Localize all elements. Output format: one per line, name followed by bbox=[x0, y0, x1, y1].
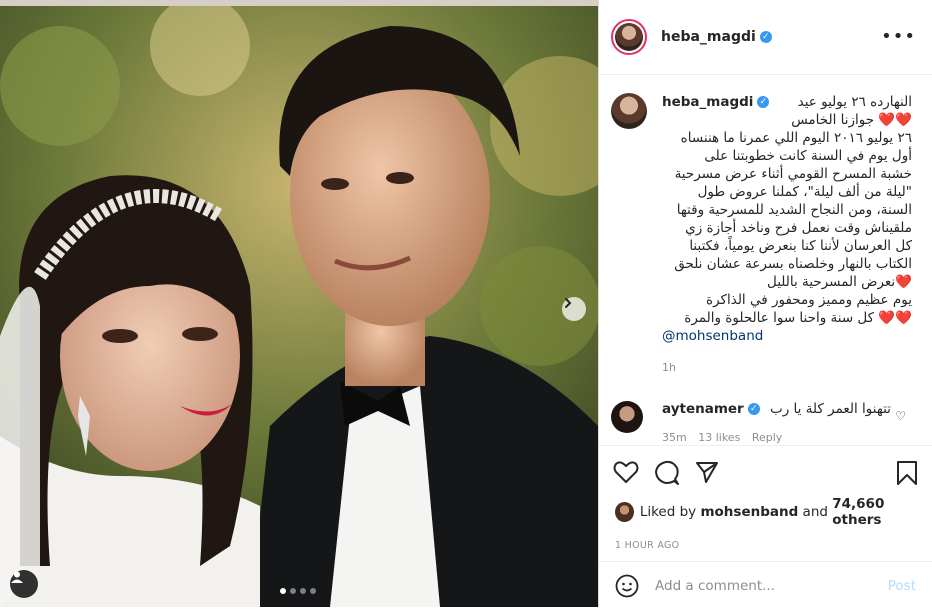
caption: heba_magdi ✓ النهارده ٢٦ يوليو عيد ❤️❤️ ج… bbox=[599, 75, 932, 377]
comment-body: aytenamer ✓ تتهنوا العمر كلة يا رب 35m 13… bbox=[662, 401, 891, 444]
post-comment-button[interactable]: Post bbox=[888, 578, 916, 594]
carousel-dot bbox=[300, 588, 306, 594]
commenter-username[interactable]: aytenamer bbox=[662, 401, 744, 417]
author-avatar[interactable] bbox=[611, 19, 647, 55]
liker-avatar[interactable] bbox=[615, 502, 634, 522]
post-photo[interactable] bbox=[0, 6, 598, 607]
verified-icon: ✓ bbox=[747, 403, 760, 415]
carousel-indicators bbox=[280, 588, 316, 594]
photo-illustration bbox=[0, 6, 598, 607]
comment-age: 35m bbox=[662, 431, 687, 444]
action-icons bbox=[599, 446, 932, 496]
caption-time: 1h bbox=[662, 361, 676, 374]
user-tag-icon bbox=[11, 571, 23, 583]
verified-icon: ✓ bbox=[757, 96, 770, 108]
likes-summary: Liked by mohsenband and 74,660 others bbox=[599, 496, 932, 528]
comment-reply-button[interactable]: Reply bbox=[752, 431, 782, 444]
comment-like-heart-icon[interactable]: ♡ bbox=[895, 409, 906, 423]
chevron-right-icon bbox=[565, 298, 572, 308]
share-icon[interactable] bbox=[695, 460, 719, 484]
carousel-dot bbox=[280, 588, 286, 594]
caption-body: heba_magdi ✓ النهارده ٢٦ يوليو عيد ❤️❤️ ج… bbox=[662, 93, 912, 377]
comment-meta: 35m 13 likes Reply bbox=[662, 431, 891, 444]
caption-mention-link[interactable]: @mohsenband bbox=[662, 327, 912, 345]
carousel-dot bbox=[310, 588, 316, 594]
carousel-next-button[interactable] bbox=[562, 297, 586, 321]
comment-item: aytenamer ✓ تتهنوا العمر كلة يا رب 35m 13… bbox=[599, 401, 932, 444]
comment-icon[interactable] bbox=[654, 460, 680, 486]
bookmark-icon[interactable] bbox=[896, 460, 918, 486]
add-comment-input[interactable] bbox=[653, 576, 867, 595]
emoji-icon[interactable] bbox=[615, 574, 639, 598]
likes-count[interactable]: 74,660 others bbox=[832, 496, 932, 528]
caption-text: النهارده ٢٦ يوليو عيد ❤️❤️ جوازنا الخامس… bbox=[674, 94, 912, 326]
heart-icon[interactable] bbox=[613, 460, 639, 484]
more-icon[interactable]: ••• bbox=[881, 26, 916, 47]
user-tag-button[interactable] bbox=[10, 570, 38, 598]
comments-list[interactable]: heba_magdi ✓ النهارده ٢٦ يوليو عيد ❤️❤️ ج… bbox=[599, 75, 932, 445]
likes-and: and bbox=[798, 504, 833, 520]
author-username[interactable]: heba_magdi ✓ bbox=[661, 29, 772, 45]
posted-ago[interactable]: 1 HOUR AGO bbox=[599, 540, 932, 551]
liked-by-username[interactable]: mohsenband bbox=[700, 504, 798, 520]
author-username-text[interactable]: heba_magdi bbox=[661, 29, 756, 45]
add-comment-bar: Post bbox=[599, 561, 932, 609]
verified-icon: ✓ bbox=[759, 31, 772, 43]
commenter-avatar[interactable] bbox=[611, 401, 643, 433]
carousel-dot bbox=[290, 588, 296, 594]
caption-avatar[interactable] bbox=[611, 93, 647, 129]
caption-username[interactable]: heba_magdi bbox=[662, 94, 753, 110]
comment-text: تتهنوا العمر كلة يا رب bbox=[770, 401, 891, 417]
post-actions: Liked by mohsenband and 74,660 others 1 … bbox=[599, 445, 932, 608]
likes-prefix: Liked by bbox=[639, 504, 701, 520]
post-sidebar: heba_magdi ✓ ••• heba_magdi ✓ النهارده ٢٦ … bbox=[598, 0, 932, 607]
post-header: heba_magdi ✓ ••• bbox=[599, 0, 932, 75]
comment-likes[interactable]: 13 likes bbox=[698, 431, 740, 444]
